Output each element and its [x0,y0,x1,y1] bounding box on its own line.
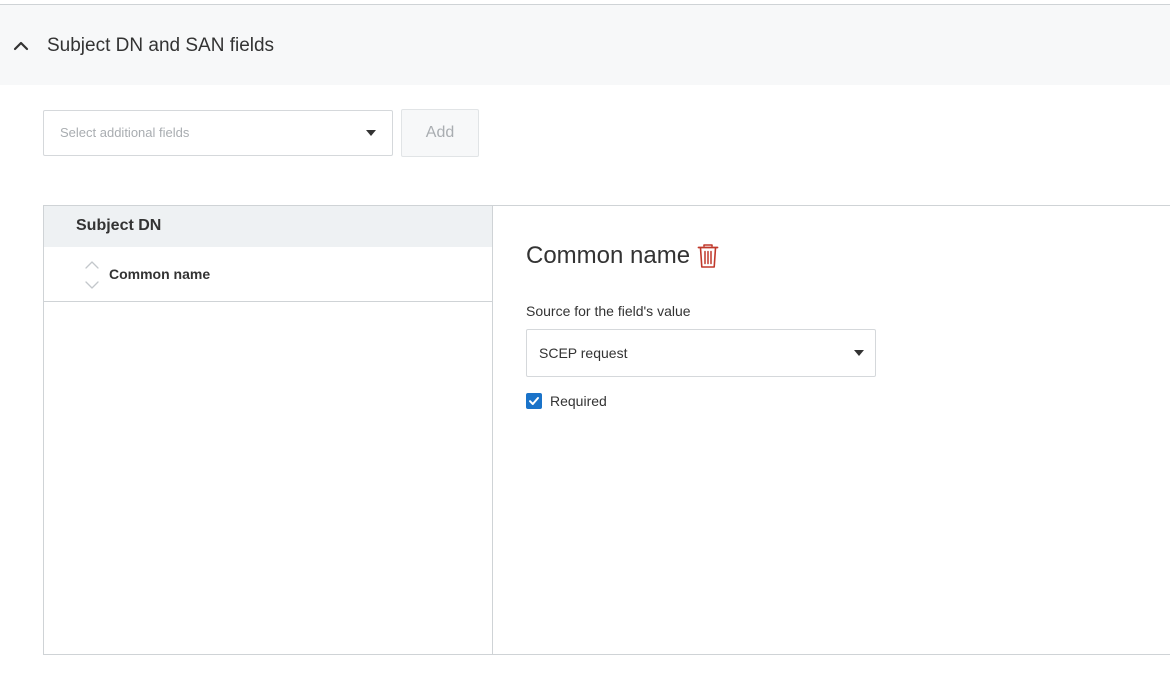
required-row: Required [526,393,607,409]
source-select-value: SCEP request [539,345,628,361]
list-item[interactable]: Common name [44,247,492,302]
section-header[interactable]: Subject DN and SAN fields [0,4,1170,85]
section-title: Subject DN and SAN fields [47,35,275,56]
source-field-label: Source for the field's value [526,303,691,319]
group-header-subject-dn: Subject DN [44,206,492,247]
field-detail: Common name Source for the field's value… [493,206,1170,654]
add-button[interactable]: Add [401,109,479,157]
required-checkbox[interactable] [526,393,542,409]
fields-list: Subject DN Common name [44,206,493,654]
trash-icon[interactable] [697,243,719,269]
additional-fields-select[interactable]: Select additional fields [43,110,393,156]
fields-panel: Subject DN Common name Common name Sourc… [43,205,1170,655]
source-select[interactable]: SCEP request [526,329,876,377]
required-label: Required [550,393,607,409]
caret-down-icon [366,130,376,136]
select-placeholder: Select additional fields [60,125,190,140]
chevron-up-icon[interactable] [13,38,29,54]
caret-down-icon [854,350,864,356]
sort-handle-icon[interactable] [84,259,100,291]
checkmark-icon [529,397,539,405]
field-title: Common name [526,242,691,269]
list-item-label: Common name [109,266,211,282]
